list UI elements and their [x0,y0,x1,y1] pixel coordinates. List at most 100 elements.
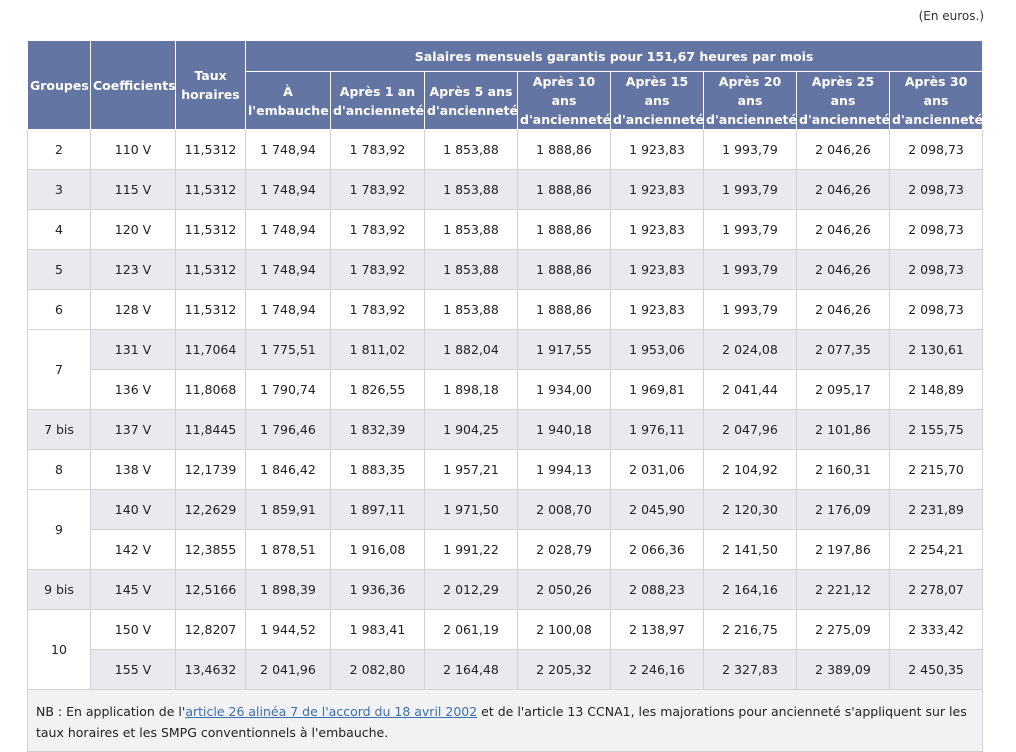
salary-cell: 2 046,26 [796,169,890,210]
header-col-line2: d'ancienneté [333,102,425,118]
salary-cell: 1 976,11 [610,409,704,450]
header-col-0: Àl'embauche [245,71,331,130]
header-col-line2: d'ancienneté [799,112,891,127]
salary-cell: 2 050,26 [517,569,611,610]
coefficient-cell: 123 V [90,249,176,290]
salary-cell: 1 826,55 [330,369,425,410]
salary-cell: 1 888,86 [517,169,611,210]
salary-cell: 2 012,29 [424,569,518,610]
group-cell: 6 [27,289,91,330]
footnote-article-link[interactable]: article 26 alinéa 7 de l'accord du 18 av… [185,704,477,719]
salary-cell: 2 176,09 [796,489,890,530]
header-col-line1: Après 10 ans [532,74,596,108]
salary-cell: 2 155,75 [888,409,984,450]
salary-cell: 1 783,92 [330,249,425,290]
salary-cell: 1 888,86 [517,129,611,170]
salary-cell: 1 991,22 [424,529,518,570]
salary-cell: 2 008,70 [517,489,611,530]
taux-cell: 11,5312 [175,289,246,330]
salary-cell: 2 028,79 [517,529,611,570]
table-row: 6 128 V 11,5312 1 748,94 1 783,92 1 853,88 1 8… [27,289,984,330]
salary-cell: 1 916,08 [330,529,425,570]
taux-cell: 12,5166 [175,569,246,610]
footnote: NB : En application de l'article 26 alin… [27,690,983,752]
salary-cell: 2 278,07 [888,569,984,610]
coefficient-cell: 150 V [90,609,176,650]
header-col-line1: À [283,83,293,99]
salary-cell: 1 783,92 [330,209,425,250]
group-cell: 7 [27,329,91,410]
salary-cell: 1 888,86 [517,289,611,330]
salary-cell: 2 041,96 [245,649,331,690]
coefficient-cell: 140 V [90,489,176,530]
taux-cell: 11,5312 [175,249,246,290]
salary-cell: 1 993,79 [703,129,797,170]
salary-cell: 1 748,94 [245,209,331,250]
table-row: 9 bis 145 V 12,5166 1 898,39 1 936,36 2 012,2… [27,569,984,610]
salary-cell: 1 853,88 [424,169,518,210]
header-taux-horaires: Taux horaires [175,40,246,130]
salary-cell: 2 082,80 [330,649,425,690]
salary-cell: 1 944,52 [245,609,331,650]
header-groupes: Groupes [27,40,91,130]
salary-cell: 2 164,16 [703,569,797,610]
salary-cell: 1 775,51 [245,329,331,370]
taux-cell: 13,4632 [175,649,246,690]
taux-cell: 11,7064 [175,329,246,370]
salary-cell: 2 046,26 [796,209,890,250]
group-cell: 10 [27,609,91,690]
coefficient-cell: 142 V [90,529,176,570]
header-col-6: Après 25 ans d'ancienneté [796,71,891,130]
coefficient-cell: 131 V [90,329,176,370]
salary-cell: 2 216,75 [703,609,797,650]
salary-cell: 1 748,94 [245,129,331,170]
salary-cell: 1 936,36 [330,569,425,610]
taux-cell: 12,8207 [175,609,246,650]
table-row: 142 V 12,3855 1 878,51 1 916,08 1 991,22 2 02… [28,529,984,570]
header-col-7: Après 30 ans d'ancienneté [888,71,984,130]
table-row: 2 110 V 11,5312 1 748,94 1 783,92 1 853,88 1 8… [27,129,984,170]
taux-cell: 12,2629 [175,489,246,530]
salary-cell: 1 882,04 [424,329,518,370]
taux-cell: 11,5312 [175,209,246,250]
salary-cell: 2 205,32 [517,649,611,690]
table-row: 7 131 V 11,7064 1 775,51 1 811,02 1 882,04 1 9… [27,329,984,410]
table-row: 155 V 13,4632 2 041,96 2 082,80 2 164,48 2 20… [28,649,984,690]
salary-cell: 1 748,94 [245,289,331,330]
header-col-line2: d'ancienneté [613,112,705,127]
salary-cell: 2 095,17 [796,369,890,410]
salary-cell: 1 859,91 [245,489,331,530]
taux-cell: 12,3855 [175,529,246,570]
salary-cell: 2 077,35 [796,329,890,370]
salary-cell: 1 993,79 [703,289,797,330]
table-row: 9 140 V 12,2629 1 859,91 1 897,11 1 971,50 2 0… [27,489,984,570]
header-col-line1: Après 5 ans [429,83,513,99]
salary-cell: 1 923,83 [610,249,704,290]
taux-cell: 11,8445 [175,409,246,450]
table-row: 10 150 V 12,8207 1 944,52 1 983,41 2 061,19 2 … [27,609,984,690]
salary-cell: 1 888,86 [517,249,611,290]
salary-cell: 1 923,83 [610,169,704,210]
salary-cell: 2 333,42 [888,609,984,650]
table-row: 7 bis 137 V 11,8445 1 796,46 1 832,39 1 904,2… [27,409,984,450]
salary-cell: 2 061,19 [424,609,518,650]
salary-cell: 2 197,86 [796,529,890,570]
salary-cell: 2 047,96 [703,409,797,450]
header-col-line1: Après 20 ans [718,74,782,108]
salary-cell: 2 275,09 [796,609,890,650]
header-col-1: Après 1 an d'ancienneté [330,71,425,130]
header-col-line2: d'ancienneté [520,112,612,127]
table-row: 136 V 11,8068 1 790,74 1 826,55 1 898,18 1 93… [28,369,984,410]
salary-cell: 1 904,25 [424,409,518,450]
salary-cell: 2 164,48 [424,649,518,690]
salary-cell: 1 953,06 [610,329,704,370]
salary-cell: 1 993,79 [703,249,797,290]
taux-cell: 12,1739 [175,449,246,490]
salary-cell: 2 141,50 [703,529,797,570]
header-col-3: Après 10 ans d'ancienneté [517,71,612,130]
salary-cell: 2 148,89 [888,369,984,410]
salary-cell: 1 796,46 [245,409,331,450]
salary-cell: 2 098,73 [888,169,984,210]
salary-cell: 2 160,31 [796,449,890,490]
salary-cell: 2 138,97 [610,609,704,650]
